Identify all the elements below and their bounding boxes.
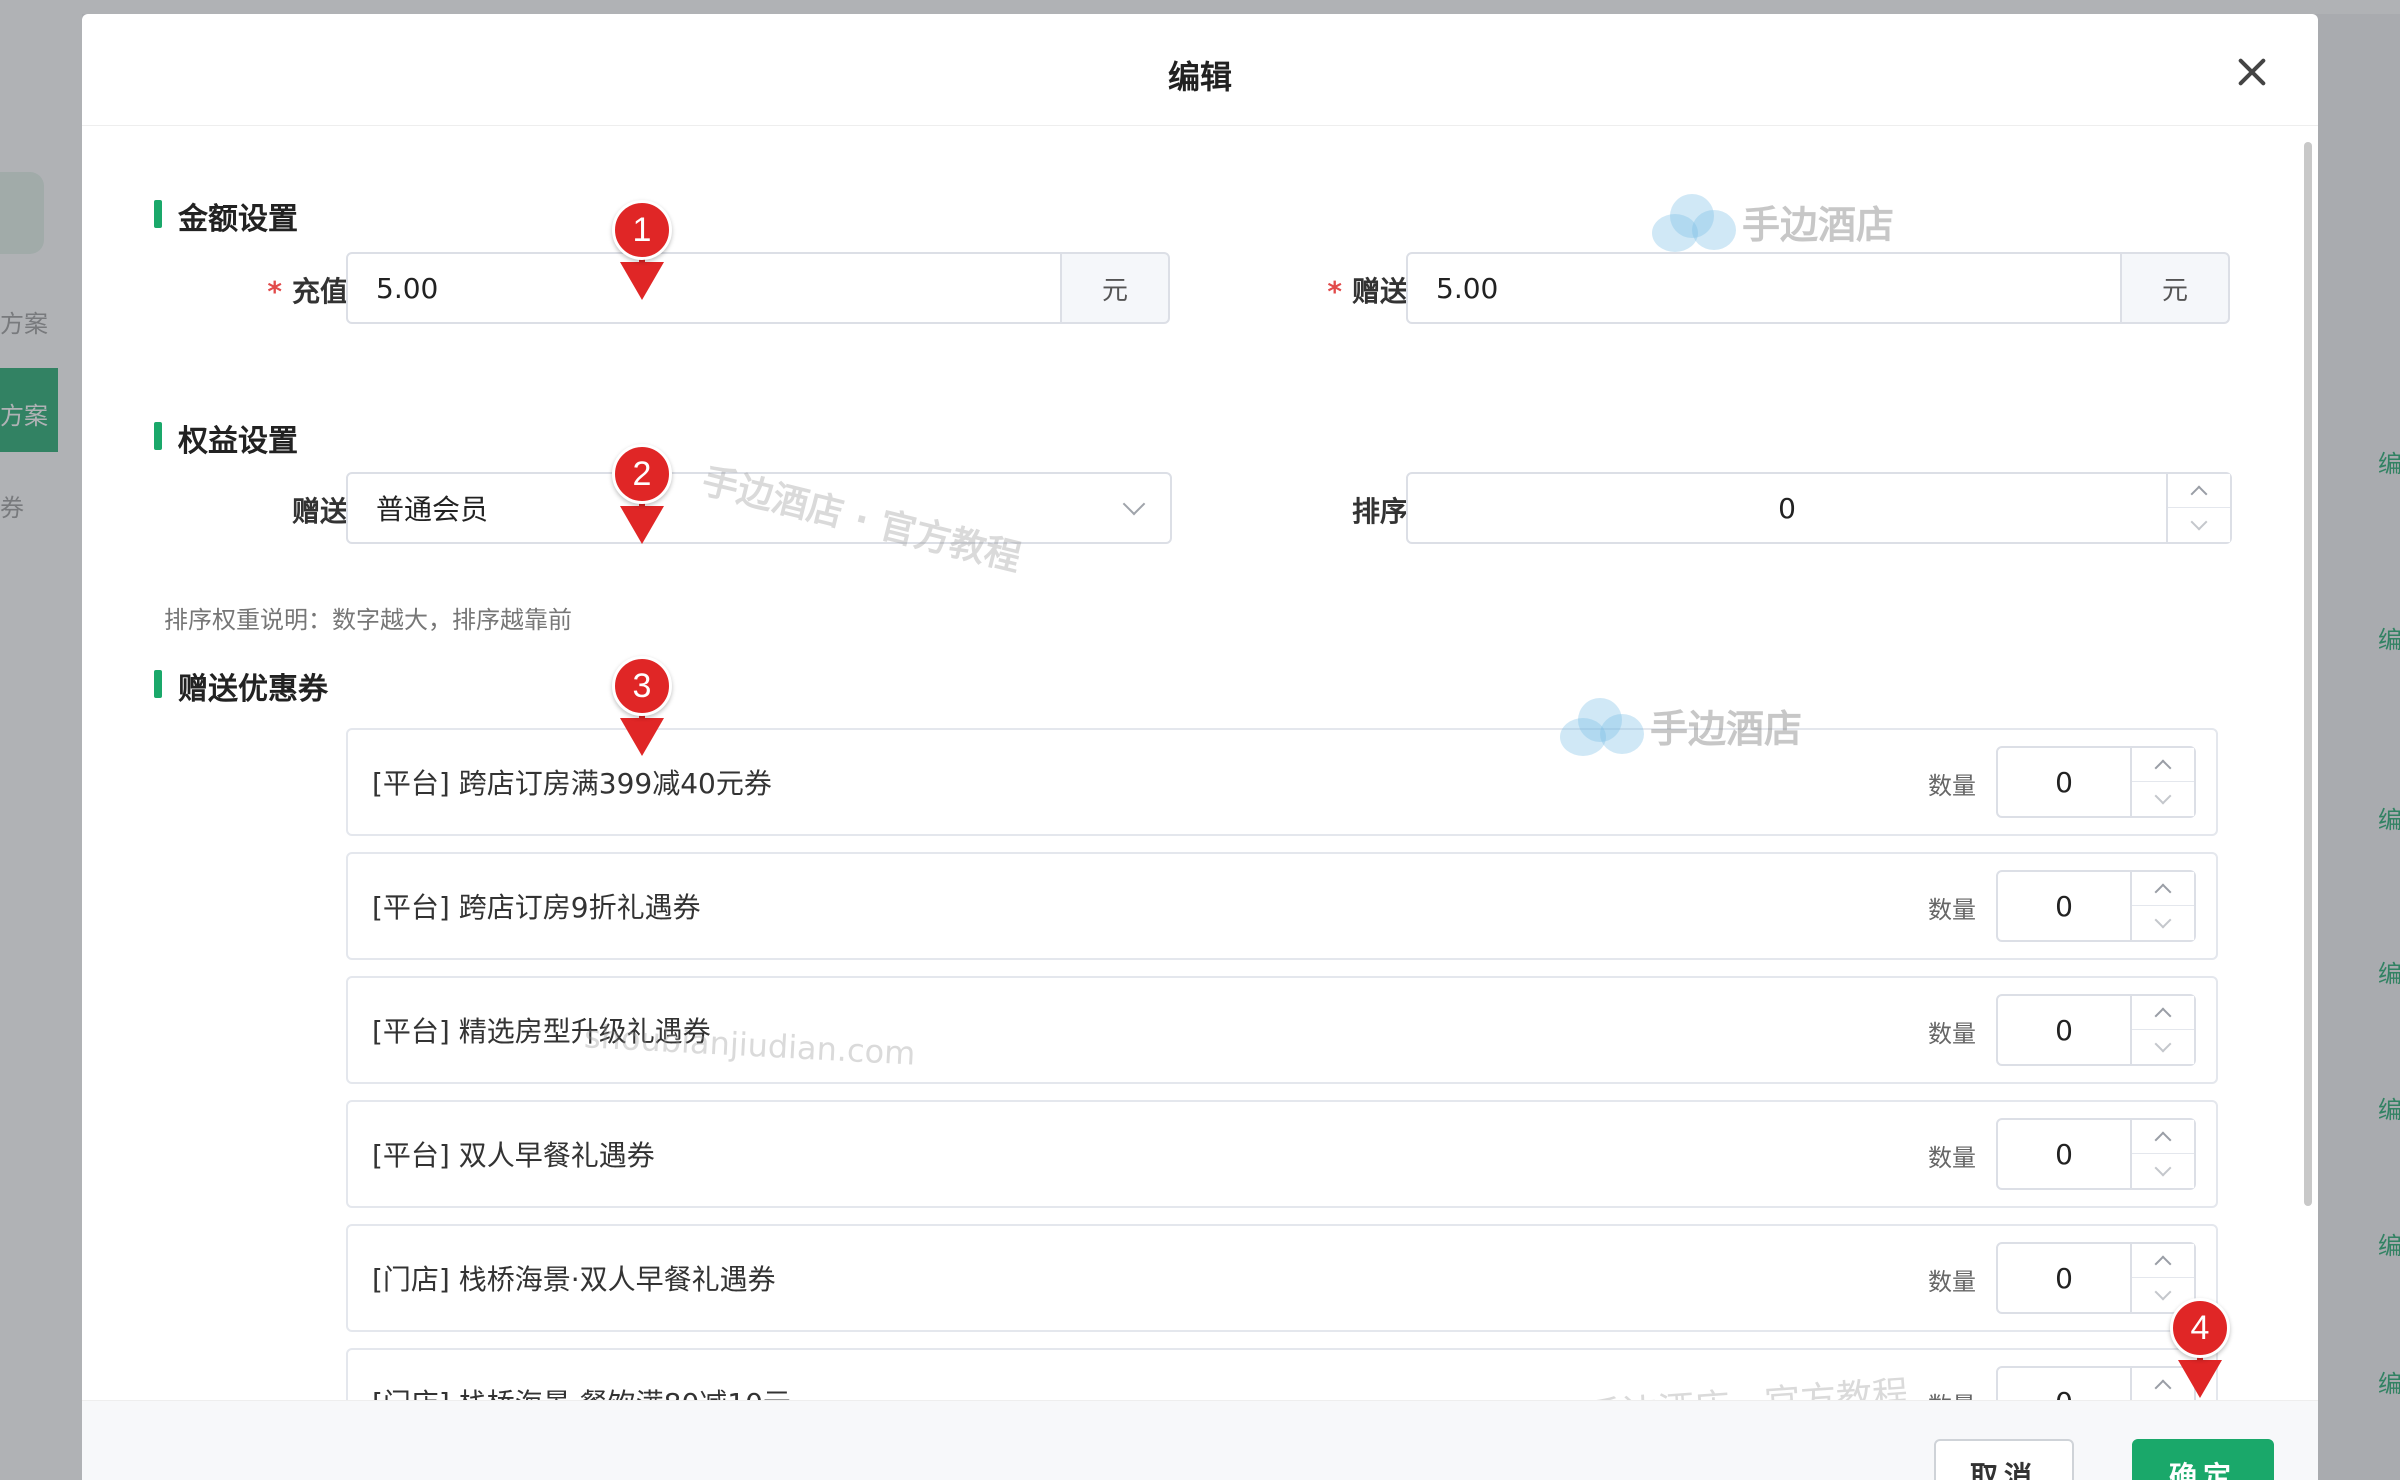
chevron-down-icon xyxy=(2154,787,2172,805)
recharge-amount-input[interactable]: 5.00 xyxy=(346,252,1062,324)
coupon-qty-label: 数量 xyxy=(1928,1386,1976,1400)
coupon-qty-label: 数量 xyxy=(1928,772,1976,800)
coupon-qty-stepper xyxy=(2130,872,2194,940)
chevron-up-icon xyxy=(2154,1255,2172,1272)
dialog-scrollbar[interactable] xyxy=(2304,142,2312,1206)
coupon-name: [门店] 栈桥海景·双人早餐礼遇券 xyxy=(372,1263,776,1296)
sort-weight-value: 0 xyxy=(1778,491,1796,525)
dialog-title: 编辑 xyxy=(1167,58,1232,96)
coupon-qty-decrease[interactable] xyxy=(2132,1154,2194,1188)
watermark-logo: 手边酒店 xyxy=(1652,190,1894,252)
gift-member-value: 普通会员 xyxy=(376,493,489,526)
coupon-name: [平台] 双人早餐礼遇券 xyxy=(372,1139,655,1172)
chevron-down-icon xyxy=(2154,1035,2172,1053)
chevron-up-icon xyxy=(2154,883,2172,900)
coupon-name: [平台] 跨店订房满399减40元券 xyxy=(372,767,772,800)
sort-weight-help: 排序权重说明：数字越大，排序越靠前 xyxy=(164,606,572,634)
coupon-row: [门店] 栈桥海景·双人早餐礼遇券 数量 0 xyxy=(346,1224,2218,1332)
coupon-qty-value: 0 xyxy=(2055,1261,2073,1295)
marker-number: 2 xyxy=(612,444,672,504)
coupon-row: [门店] 栈桥海景·餐饮满80减10元 数量 0 xyxy=(346,1348,2218,1400)
coupon-qty-value: 0 xyxy=(2055,889,2073,923)
marker-number: 3 xyxy=(612,656,672,716)
sort-weight-increase[interactable] xyxy=(2168,474,2230,508)
coupon-qty-decrease[interactable] xyxy=(2132,782,2194,816)
coupon-qty-stepper xyxy=(2130,1120,2194,1188)
coupon-qty-input[interactable]: 0 xyxy=(1996,994,2196,1066)
gift-amount-input[interactable]: 5.00 xyxy=(1406,252,2122,324)
required-mark: * xyxy=(1327,275,1342,308)
marker-number: 1 xyxy=(612,200,672,260)
watermark-logo-text: 手边酒店 xyxy=(1650,706,1803,751)
coupon-qty-increase[interactable] xyxy=(2132,748,2194,782)
dialog-header: 编辑 xyxy=(82,14,2318,126)
coupon-qty-increase[interactable] xyxy=(2132,996,2194,1030)
coupon-qty-decrease[interactable] xyxy=(2132,1030,2194,1064)
chevron-down-icon xyxy=(1122,492,1146,516)
coupon-qty-value: 0 xyxy=(2055,765,2073,799)
coupon-qty-input[interactable]: 0 xyxy=(1996,1242,2196,1314)
coupon-qty-input[interactable]: 0 xyxy=(1996,870,2196,942)
chevron-down-icon xyxy=(2154,1159,2172,1177)
section-title-benefit: 权益设置 xyxy=(154,416,298,460)
dialog-body: 金额设置 *充值金额 5.00 元 *赠送金额 5.00 元 权益设置 赠送会员… xyxy=(82,126,2318,1400)
coupon-qty-stepper xyxy=(2130,996,2194,1064)
coupon-name: [平台] 跨店订房9折礼遇券 xyxy=(372,891,701,924)
coupon-qty-increase[interactable] xyxy=(2132,1244,2194,1278)
confirm-button[interactable]: 确定 xyxy=(2132,1439,2274,1480)
gift-amount-unit: 元 xyxy=(2122,252,2230,324)
coupon-qty-value: 0 xyxy=(2055,1137,2073,1171)
edit-dialog: 编辑 金额设置 *充值金额 5.00 元 *赠送金额 5.00 元 权益设置 赠… xyxy=(82,14,2318,1480)
cancel-button[interactable]: 取消 xyxy=(1934,1439,2074,1480)
coupon-qty-value: 0 xyxy=(1998,1368,2130,1401)
coupon-qty-input[interactable]: 0 xyxy=(1996,1366,2196,1400)
watermark-logo: 手边酒店 xyxy=(1560,694,1802,756)
chevron-up-icon xyxy=(2154,759,2172,776)
chevron-down-icon xyxy=(2154,911,2172,929)
annotation-marker-4: 4 xyxy=(2170,1298,2230,1402)
annotation-marker-3: 3 xyxy=(612,656,672,760)
chevron-up-icon xyxy=(2154,1007,2172,1024)
chevron-up-icon xyxy=(2190,485,2208,502)
coupon-qty-label: 数量 xyxy=(1928,1268,1976,1296)
coupon-qty-increase[interactable] xyxy=(2132,1120,2194,1154)
coupon-qty-label: 数量 xyxy=(1928,1144,1976,1172)
coupon-qty-input[interactable]: 0 xyxy=(1996,746,2196,818)
coupon-name: [门店] 栈桥海景·餐饮满80减10元 xyxy=(372,1382,791,1400)
coupon-row: [平台] 跨店订房9折礼遇券 数量 0 xyxy=(346,852,2218,960)
close-icon[interactable] xyxy=(2232,52,2272,92)
coupon-qty-input[interactable]: 0 xyxy=(1996,1118,2196,1190)
dialog-footer: 取消 确定 xyxy=(82,1400,2318,1480)
marker-number: 4 xyxy=(2170,1298,2230,1358)
coupon-qty-value: 0 xyxy=(2055,1013,2073,1047)
coupon-qty-label: 数量 xyxy=(1928,896,1976,924)
coupon-qty-increase[interactable] xyxy=(2132,872,2194,906)
chevron-down-icon xyxy=(2190,513,2208,531)
annotation-marker-2: 2 xyxy=(612,444,672,548)
chevron-up-icon xyxy=(2154,1131,2172,1148)
section-title-amount: 金额设置 xyxy=(154,194,298,238)
coupon-qty-stepper xyxy=(2130,748,2194,816)
sort-weight-input[interactable]: 0 xyxy=(1406,472,2232,544)
sort-weight-decrease[interactable] xyxy=(2168,508,2230,542)
watermark-logo-text: 手边酒店 xyxy=(1742,202,1895,247)
sort-weight-stepper xyxy=(2166,474,2230,542)
cloud-icon xyxy=(1652,190,1736,252)
section-title-coupon: 赠送优惠券 xyxy=(154,664,328,708)
chevron-down-icon xyxy=(2154,1283,2172,1301)
annotation-marker-1: 1 xyxy=(612,200,672,304)
chevron-up-icon xyxy=(2154,1379,2172,1396)
cloud-icon xyxy=(1560,694,1644,756)
coupon-qty-label: 数量 xyxy=(1928,1020,1976,1048)
required-mark: * xyxy=(267,275,282,308)
recharge-amount-unit: 元 xyxy=(1062,252,1170,324)
coupon-qty-decrease[interactable] xyxy=(2132,906,2194,940)
coupon-row: [平台] 双人早餐礼遇券 数量 0 xyxy=(346,1100,2218,1208)
coupon-list: [平台] 跨店订房满399减40元券 数量 0 [平台] 跨店订房9折礼遇券 数… xyxy=(346,728,2218,1400)
